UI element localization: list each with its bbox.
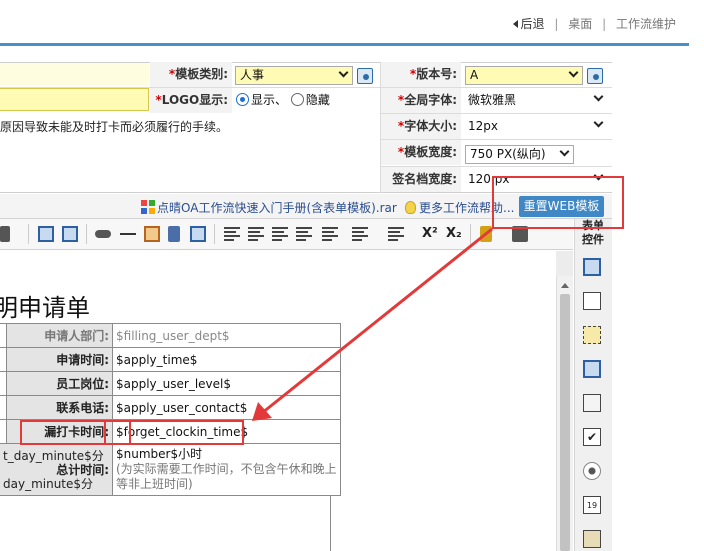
version-settings-icon[interactable] — [587, 68, 603, 84]
horizontal-rule-icon[interactable] — [120, 233, 136, 235]
attachment-icon[interactable] — [168, 226, 180, 242]
nav-separator: | — [554, 17, 559, 31]
template-description: 原因导致未能及时打卡而必须履行的手续。 — [0, 120, 229, 134]
document-control-icon[interactable] — [583, 394, 601, 412]
desktop-link[interactable]: 桌面 — [568, 17, 592, 31]
user-control-icon[interactable] — [583, 530, 601, 548]
header-accent-line — [0, 43, 689, 46]
field-label: 申请人部门: — [6, 323, 113, 348]
calendar-control-icon[interactable]: 19 — [583, 496, 601, 514]
field-value[interactable]: $apply_time$ — [112, 347, 341, 372]
logo-display-options: 显示、 隐藏 — [236, 91, 376, 110]
logo-display-label: *LOGO显示: — [150, 88, 232, 113]
table-row: t_day_minute$分 总计时间: day_minute$分 $number$小… — [0, 443, 341, 496]
insert-table-icon[interactable] — [38, 226, 54, 242]
scroll-up-icon[interactable] — [561, 283, 569, 288]
list-indent-icon[interactable] — [388, 226, 404, 242]
table-grid-icon[interactable] — [62, 226, 78, 242]
toolbar-separator — [28, 224, 29, 244]
media-icon[interactable] — [190, 226, 206, 242]
total-left-top: t_day_minute$分 — [3, 448, 104, 463]
version-select[interactable]: A — [465, 66, 583, 85]
template-category-select[interactable]: 人事 — [235, 66, 353, 85]
select-control-icon[interactable] — [583, 326, 601, 344]
font-size-label: *字体大小: — [381, 114, 461, 139]
total-time-label: 总计时间: — [56, 462, 109, 477]
logo-show-radio[interactable] — [236, 93, 249, 106]
checkbox-control-icon[interactable]: ✔ — [583, 428, 601, 446]
version-label: *版本号: — [381, 62, 461, 87]
toolbar-separator — [214, 224, 215, 244]
total-time-label-cell: t_day_minute$分 总计时间: day_minute$分 — [0, 443, 113, 496]
archive-icon — [141, 200, 155, 214]
align-justify-icon[interactable] — [248, 226, 264, 242]
toolbar-separator — [86, 224, 87, 244]
field-label: 申请时间: — [6, 347, 113, 372]
line-height-icon[interactable] — [352, 226, 368, 242]
field-value[interactable]: $apply_user_level$ — [112, 371, 341, 396]
breadcrumb: 后退 | 桌面 | 工作流维护 — [512, 15, 676, 32]
font-size-select[interactable]: 12px — [468, 117, 608, 136]
workflow-link[interactable]: 工作流维护 — [616, 17, 676, 31]
template-width-label: *模板宽度: — [381, 140, 461, 165]
highlight-pen-icon[interactable] — [0, 226, 10, 242]
vertical-align-icon[interactable] — [322, 226, 338, 242]
logo-hide-radio[interactable] — [290, 93, 304, 106]
chevron-down-icon — [593, 117, 604, 128]
scrollbar-thumb[interactable] — [560, 294, 570, 551]
table-row: 申请时间: $apply_time$ — [0, 347, 341, 372]
link-icon[interactable] — [95, 230, 111, 238]
table-row: 申请人部门: $filling_user_dept$ — [0, 323, 341, 348]
form-table: 申请人部门: $filling_user_dept$ 申请时间: $apply_tim… — [0, 323, 341, 496]
chevron-down-icon — [568, 67, 579, 78]
total-time-value-cell[interactable]: $number$小时 (为实际需要工作时间，不包含午休和晚上 等非上班时间) — [112, 443, 341, 496]
lightbulb-icon — [405, 201, 416, 214]
table-row: 联系电话: $apply_user_contact$ — [0, 395, 341, 420]
document-title: 明申请单 — [0, 294, 90, 322]
signature-width-label: 签名档宽度: — [381, 167, 461, 192]
chevron-down-icon — [559, 146, 570, 157]
total-time-note-2: 等非上班时间) — [116, 477, 193, 491]
template-name-cell — [0, 63, 149, 86]
list-control-icon[interactable] — [583, 360, 601, 378]
chevron-down-icon — [338, 67, 349, 78]
field-value[interactable]: $apply_user_contact$ — [112, 395, 341, 420]
template-category-label: *模板类别: — [150, 62, 232, 87]
settings-row-divider — [0, 87, 612, 88]
align-right-icon[interactable] — [296, 226, 312, 242]
magic-wand-icon[interactable] — [480, 226, 492, 242]
total-time-value: $number$小时 — [116, 447, 203, 461]
global-font-select[interactable]: 微软雅黑 — [468, 91, 608, 110]
text-field-control-icon[interactable] — [583, 258, 601, 276]
highlight-box-clockin-value — [104, 420, 244, 445]
template-width-select[interactable]: 750 PX(纵向) — [465, 145, 574, 164]
total-time-note: (为实际需要工作时间，不包含午休和晚上 — [116, 462, 337, 476]
template-subtitle-input[interactable] — [0, 88, 149, 111]
top-nav: 后退 | 桌面 | 工作流维护 — [0, 0, 704, 44]
table-border — [330, 496, 331, 551]
align-left-icon[interactable] — [224, 226, 240, 242]
quick-start-manual-link[interactable]: 点晴OA工作流快速入门手册(含表单模板).rar — [141, 199, 397, 216]
back-link[interactable]: 后退 — [521, 17, 545, 31]
highlight-box-reset-button — [492, 176, 624, 229]
image-icon[interactable] — [144, 226, 160, 242]
field-label: 联系电话: — [6, 395, 113, 420]
table-row: 员工岗位: $apply_user_level$ — [0, 371, 341, 396]
superscript-button[interactable]: X² — [422, 226, 438, 241]
chevron-down-icon — [593, 91, 604, 102]
radio-control-icon[interactable] — [583, 462, 601, 480]
total-left-bottom: day_minute$分 — [3, 476, 94, 491]
vertical-scrollbar[interactable] — [556, 276, 573, 551]
back-arrow-icon — [512, 20, 518, 28]
toolbar-separator — [470, 224, 471, 244]
nav-separator: | — [602, 17, 607, 31]
category-settings-icon[interactable] — [357, 68, 373, 84]
subscript-button[interactable]: X₂ — [446, 226, 462, 241]
global-font-label: *全局字体: — [381, 88, 461, 113]
field-value[interactable]: $filling_user_dept$ — [112, 323, 341, 348]
textarea-control-icon[interactable] — [583, 292, 601, 310]
field-label: 员工岗位: — [6, 371, 113, 396]
align-center-icon[interactable] — [272, 226, 288, 242]
